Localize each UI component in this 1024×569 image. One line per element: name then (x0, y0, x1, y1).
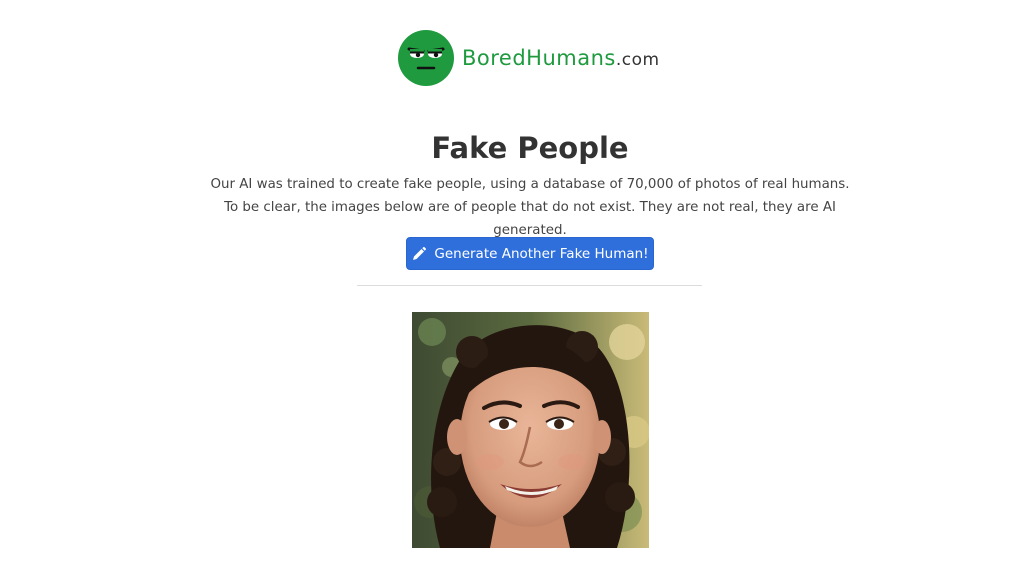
generate-button-label: Generate Another Fake Human! (434, 245, 649, 262)
page-description: Our AI was trained to create fake people… (210, 177, 850, 238)
generate-fake-human-button[interactable]: Generate Another Fake Human! (406, 237, 654, 270)
site-logo[interactable]: BoredHumans .com (398, 30, 660, 86)
page: BoredHumans .com Fake People Our AI was … (0, 0, 1024, 569)
page-title: Fake People (431, 131, 629, 165)
divider (357, 285, 702, 286)
logo-wordmark: BoredHumans .com (462, 46, 660, 70)
logo-brand: BoredHumans (462, 46, 616, 70)
bored-face-icon (398, 30, 454, 86)
generated-face-image (412, 312, 649, 548)
logo-tld: .com (615, 50, 660, 70)
pencil-icon (411, 246, 427, 262)
